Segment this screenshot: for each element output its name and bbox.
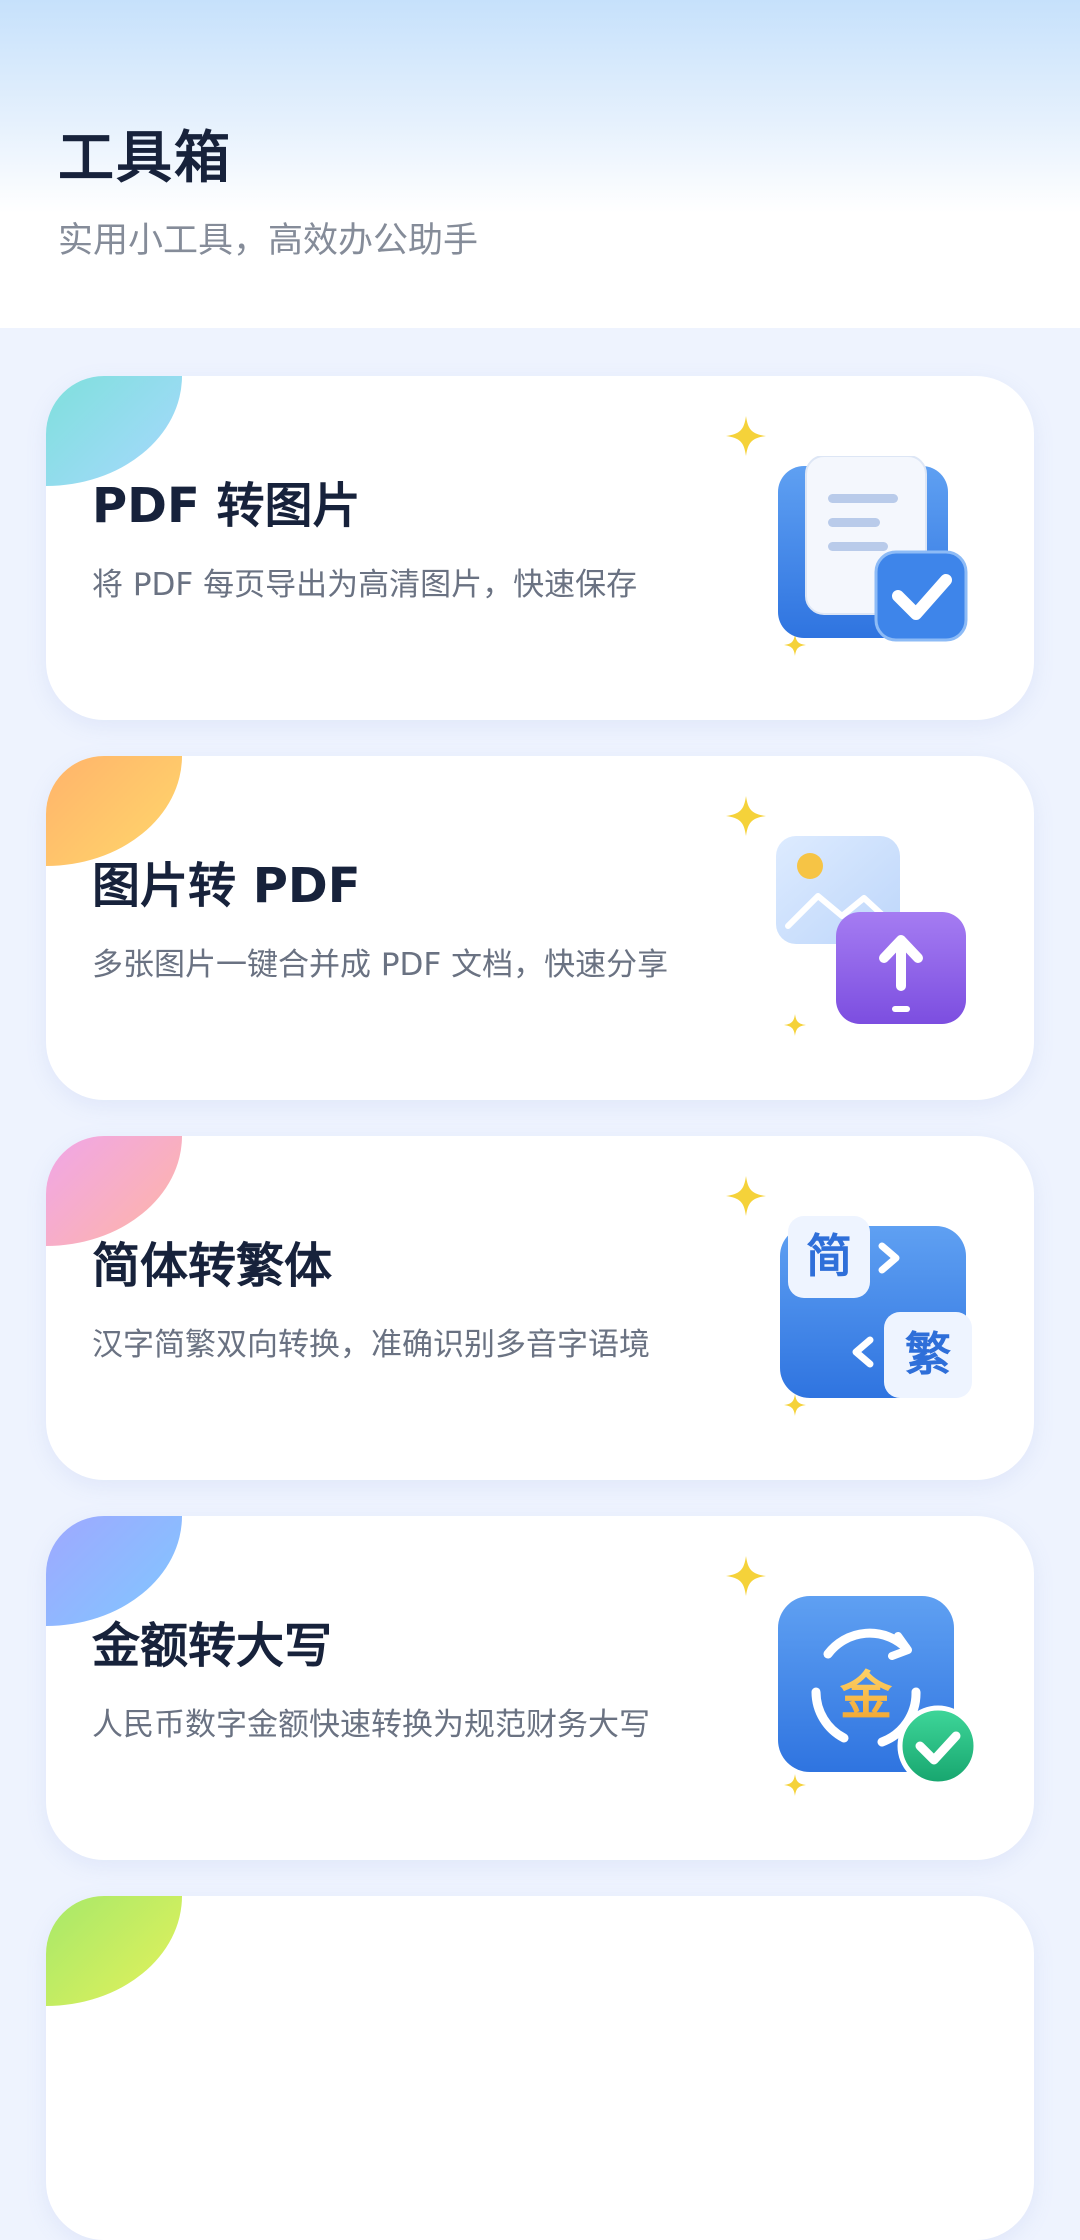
tool-illustration: 金: [726, 1556, 1026, 1826]
sparkle-icon: [726, 416, 766, 456]
tool-illustration: [726, 416, 1026, 686]
page-subtitle: 实用小工具，高效办公助手: [58, 221, 479, 261]
card-accent-corner: [46, 376, 182, 486]
amount-uppercase-icon: 金: [778, 1596, 979, 1787]
card-accent-corner: [46, 1896, 182, 2006]
tool-card-pdf-to-image[interactable]: PDF 转图片 将 PDF 每页导出为高清图片，快速保存: [46, 376, 1034, 720]
tool-illustration: 简 繁: [726, 1176, 1026, 1446]
page-header: 工具箱 实用小工具，高效办公助手: [0, 0, 1080, 328]
icon-char-simplified: 简: [806, 1229, 852, 1283]
card-accent-corner: [46, 1516, 182, 1626]
tool-title: 简体转繁体: [92, 1238, 333, 1294]
tool-description: 将 PDF 每页导出为高清图片，快速保存: [92, 567, 638, 603]
pdf-to-image-icon: [778, 456, 968, 642]
tool-card-image-to-pdf[interactable]: 图片转 PDF 多张图片一键合并成 PDF 文档，快速分享: [46, 756, 1034, 1100]
sparkle-icon: [726, 1556, 766, 1596]
tool-title: PDF 转图片: [92, 478, 361, 534]
icon-char-traditional: 繁: [905, 1327, 951, 1381]
sparkle-icon: [726, 1176, 766, 1216]
tool-description: 汉字简繁双向转换，准确识别多音字语境: [92, 1327, 650, 1363]
simplified-traditional-icon: 简 繁: [780, 1216, 972, 1398]
tool-title: 图片转 PDF: [92, 858, 361, 914]
tool-card-amount-to-uppercase[interactable]: 金额转大写 人民币数字金额快速转换为规范财务大写 金: [46, 1516, 1034, 1860]
tool-description: 人民币数字金额快速转换为规范财务大写: [92, 1707, 650, 1743]
tool-illustration: [726, 796, 1026, 1066]
tool-title: 金额转大写: [92, 1618, 333, 1674]
tool-card-partial[interactable]: [46, 1896, 1034, 2240]
icon-char-gold: 金: [839, 1667, 893, 1727]
tool-description: 多张图片一键合并成 PDF 文档，快速分享: [92, 947, 669, 983]
card-accent-corner: [46, 756, 182, 866]
tool-card-simplified-to-traditional[interactable]: 简体转繁体 汉字简繁双向转换，准确识别多音字语境 简 繁: [46, 1136, 1034, 1480]
card-accent-corner: [46, 1136, 182, 1246]
page-title: 工具箱: [58, 126, 232, 191]
sparkle-icon: [726, 796, 766, 836]
image-to-pdf-icon: [776, 836, 966, 1024]
